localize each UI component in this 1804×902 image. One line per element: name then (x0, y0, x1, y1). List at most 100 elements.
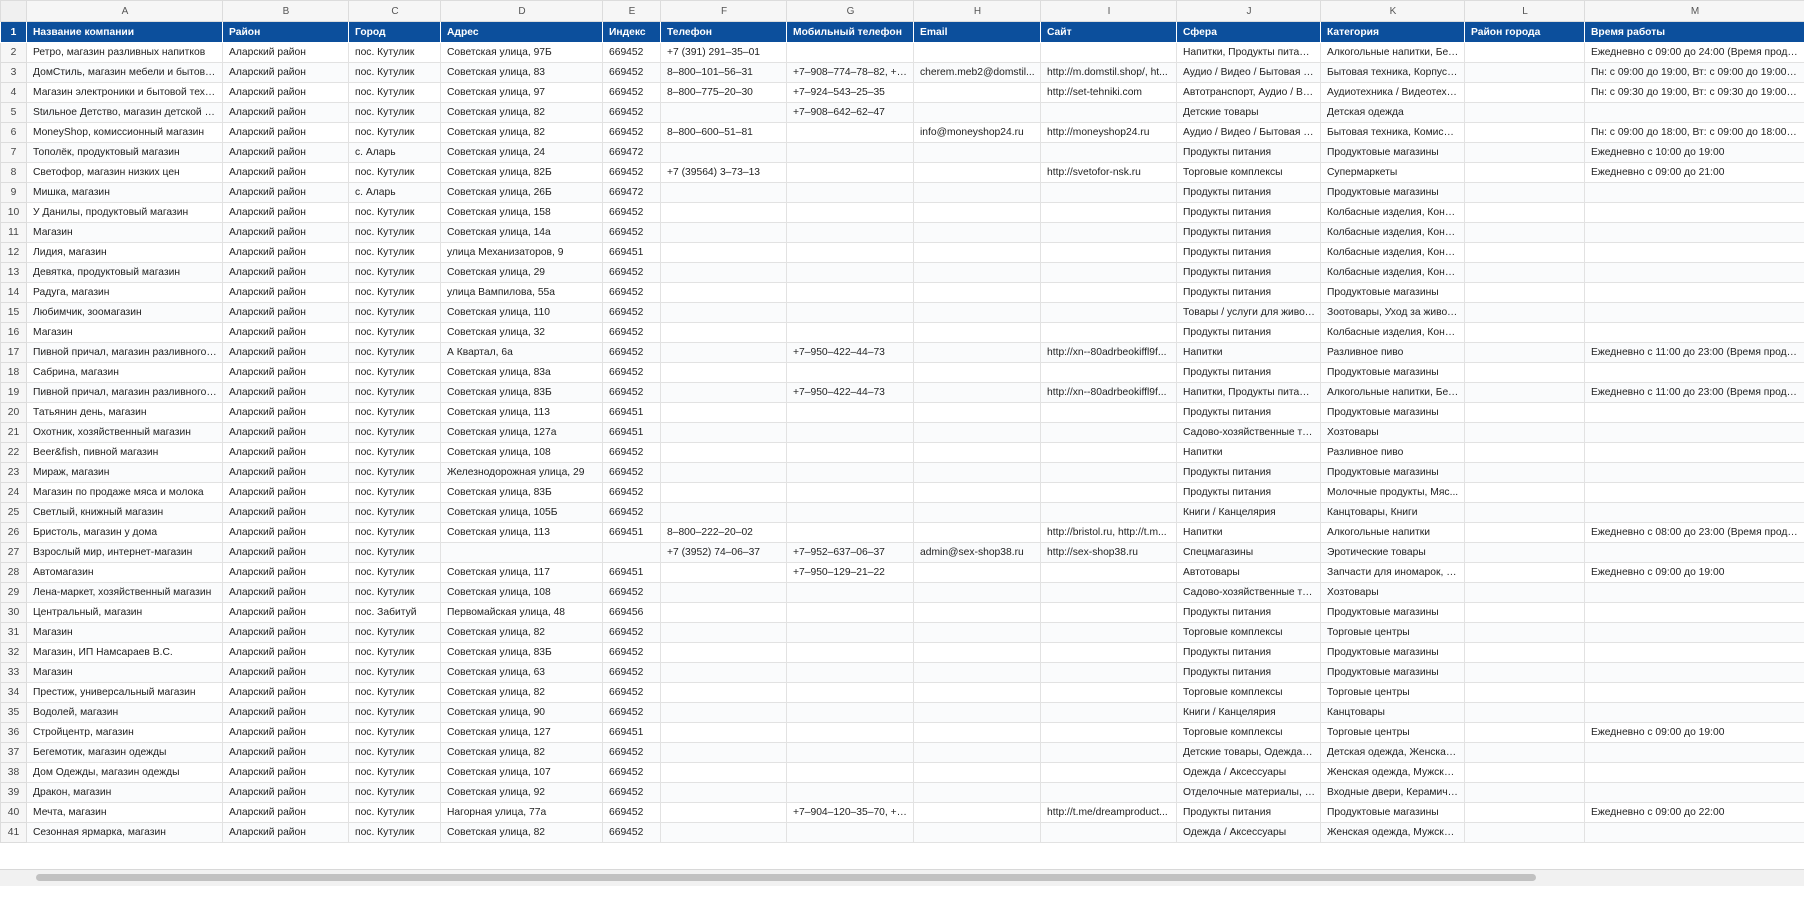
table-cell[interactable] (1040, 422, 1177, 443)
table-cell[interactable]: 669452 (602, 42, 661, 63)
table-cell[interactable] (1464, 102, 1585, 123)
row-number[interactable]: 35 (0, 702, 27, 723)
table-cell[interactable] (1584, 322, 1804, 343)
table-cell[interactable]: Алкогольные напитки, Без... (1320, 382, 1465, 403)
table-cell[interactable]: Радуга, магазин (26, 282, 223, 303)
column-header[interactable]: Район города (1464, 21, 1585, 43)
table-cell[interactable]: Продуктовые магазины (1320, 142, 1465, 163)
table-cell[interactable] (786, 702, 914, 723)
table-cell[interactable]: Колбасные изделия, Конд... (1320, 262, 1465, 283)
table-cell[interactable]: с. Аларь (348, 142, 441, 163)
table-cell[interactable]: Аларский район (222, 382, 349, 403)
column-letter-header[interactable]: K (1320, 0, 1465, 22)
column-header[interactable]: Адрес (440, 21, 603, 43)
table-cell[interactable]: Торговые центры (1320, 722, 1465, 743)
table-cell[interactable] (1464, 682, 1585, 703)
table-cell[interactable]: +7‒950‒422‒44‒73 (786, 382, 914, 403)
table-cell[interactable]: пос. Кутулик (348, 342, 441, 363)
table-cell[interactable] (660, 282, 787, 303)
table-cell[interactable] (786, 162, 914, 183)
table-cell[interactable]: Одежда / Аксессуары (1176, 822, 1321, 843)
table-cell[interactable] (1584, 822, 1804, 843)
column-letter-header[interactable]: H (913, 0, 1041, 22)
table-cell[interactable]: Ежедневно с 09:00 до 19:00 (1584, 562, 1804, 583)
table-cell[interactable]: http://svetofor-nsk.ru (1040, 162, 1177, 183)
table-cell[interactable]: Продукты питания (1176, 482, 1321, 503)
table-cell[interactable]: Аларский район (222, 522, 349, 543)
table-cell[interactable] (1040, 742, 1177, 763)
table-cell[interactable] (1464, 242, 1585, 263)
row-number[interactable]: 39 (0, 782, 27, 803)
table-cell[interactable] (1040, 182, 1177, 203)
table-cell[interactable]: Продукты питания (1176, 642, 1321, 663)
table-cell[interactable] (1464, 82, 1585, 103)
table-cell[interactable] (660, 182, 787, 203)
table-cell[interactable]: Разливное пиво (1320, 342, 1465, 363)
table-cell[interactable]: Колбасные изделия, Конд... (1320, 222, 1465, 243)
row-number[interactable]: 27 (0, 542, 27, 563)
table-cell[interactable]: Советская улица, 117 (440, 562, 603, 583)
table-cell[interactable]: Аларский район (222, 722, 349, 743)
column-header[interactable]: Название компании (26, 21, 223, 43)
table-cell[interactable]: Аларский район (222, 662, 349, 683)
table-cell[interactable]: 8‒800‒600‒51‒81 (660, 122, 787, 143)
table-cell[interactable] (786, 282, 914, 303)
table-cell[interactable]: Пн: с 09:00 до 19:00, Вт: с 09:00 до 19:… (1584, 62, 1804, 83)
table-cell[interactable]: Beer&fish, пивной магазин (26, 442, 223, 463)
table-cell[interactable] (660, 742, 787, 763)
table-cell[interactable]: Продукты питания (1176, 662, 1321, 683)
table-cell[interactable] (660, 202, 787, 223)
row-number[interactable]: 17 (0, 342, 27, 363)
table-cell[interactable]: с. Аларь (348, 182, 441, 203)
table-cell[interactable] (786, 362, 914, 383)
table-cell[interactable]: Сезонная ярмарка, магазин (26, 822, 223, 843)
table-cell[interactable] (1464, 362, 1585, 383)
table-cell[interactable] (786, 622, 914, 643)
table-cell[interactable]: Продукты питания (1176, 602, 1321, 623)
table-cell[interactable] (660, 382, 787, 403)
table-cell[interactable] (660, 662, 787, 683)
table-cell[interactable] (660, 242, 787, 263)
table-cell[interactable] (1464, 702, 1585, 723)
table-cell[interactable]: Советская улица, 29 (440, 262, 603, 283)
table-cell[interactable]: http://bristol.ru, http://t.m... (1040, 522, 1177, 543)
table-cell[interactable]: Любимчик, зоомагазин (26, 302, 223, 323)
table-cell[interactable] (1040, 582, 1177, 603)
table-cell[interactable] (660, 302, 787, 323)
table-cell[interactable] (660, 642, 787, 663)
column-letter-header[interactable]: B (222, 0, 349, 22)
table-cell[interactable]: +7‒950‒422‒44‒73 (786, 342, 914, 363)
table-cell[interactable] (786, 522, 914, 543)
table-cell[interactable]: Продукты питания (1176, 182, 1321, 203)
table-cell[interactable]: 669472 (602, 182, 661, 203)
table-cell[interactable]: Аларский район (222, 682, 349, 703)
table-cell[interactable] (1040, 362, 1177, 383)
row-number[interactable]: 15 (0, 302, 27, 323)
table-cell[interactable]: 669452 (602, 702, 661, 723)
table-cell[interactable]: Книги / Канцелярия (1176, 702, 1321, 723)
table-cell[interactable]: Эротические товары (1320, 542, 1465, 563)
table-cell[interactable] (1584, 102, 1804, 123)
table-cell[interactable] (1040, 242, 1177, 263)
table-cell[interactable]: Автомагазин (26, 562, 223, 583)
row-number[interactable]: 9 (0, 182, 27, 203)
table-cell[interactable]: Колбасные изделия, Конд... (1320, 202, 1465, 223)
column-header[interactable]: Телефон (660, 21, 787, 43)
table-cell[interactable] (913, 82, 1041, 103)
table-cell[interactable]: 669451 (602, 722, 661, 743)
table-cell[interactable] (1464, 322, 1585, 343)
table-cell[interactable]: пос. Кутулик (348, 522, 441, 543)
table-cell[interactable] (1584, 502, 1804, 523)
table-cell[interactable]: Центральный, магазин (26, 602, 223, 623)
table-cell[interactable]: Советская улица, 110 (440, 302, 603, 323)
table-cell[interactable]: Одежда / Аксессуары (1176, 762, 1321, 783)
table-cell[interactable] (913, 462, 1041, 483)
table-cell[interactable]: пос. Кутулик (348, 242, 441, 263)
table-cell[interactable] (1464, 462, 1585, 483)
table-cell[interactable]: пос. Кутулик (348, 662, 441, 683)
table-cell[interactable]: Ежедневно с 09:00 до 19:00 (1584, 722, 1804, 743)
column-letter-header[interactable]: C (348, 0, 441, 22)
table-cell[interactable] (1464, 62, 1585, 83)
table-cell[interactable] (660, 822, 787, 843)
table-cell[interactable]: пос. Кутулик (348, 262, 441, 283)
